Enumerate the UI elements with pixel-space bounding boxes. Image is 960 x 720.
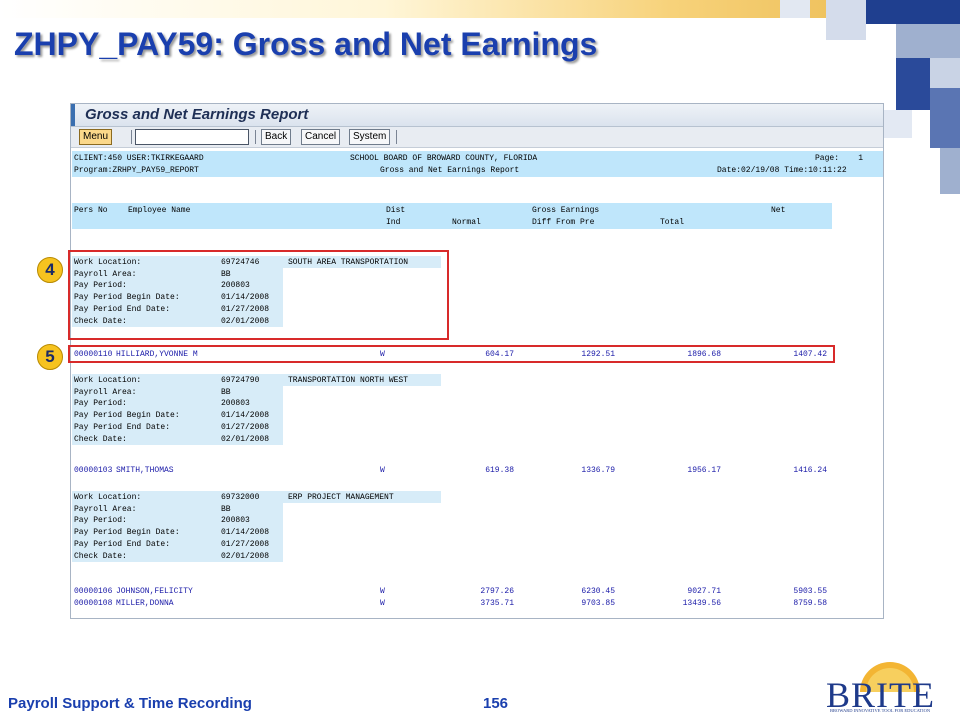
back-button[interactable]: Back [261, 129, 292, 145]
employee-row-pers-no: 00000106 [74, 587, 113, 596]
employee-row-diff: 6230.45 [581, 587, 615, 596]
logo-tagline: BROWARD INNOVATIVE TOOL FOR EDUCATION [830, 708, 931, 713]
decorative-block [896, 58, 930, 110]
group-callout-box [68, 250, 449, 340]
group-field-label: Check Date: [74, 551, 127, 561]
location-name: TRANSPORTATION NORTH WEST [288, 376, 409, 385]
page-number: 156 [483, 695, 509, 712]
employee-row-name: SMITH,THOMAS [116, 466, 174, 475]
employee-row-pers-no: 00000108 [74, 599, 113, 608]
report-org: SCHOOL BOARD OF BROWARD COUNTY, FLORIDA [350, 154, 538, 163]
callout-badge-4: 4 [37, 257, 63, 283]
group-field-value: 01/14/2008 [221, 411, 270, 421]
col-total: Total [660, 218, 685, 227]
col-employee-name: Employee Name [128, 206, 191, 215]
group-field-value: BB [221, 504, 231, 514]
decorative-block [780, 0, 810, 18]
employee-row-normal: 2797.26 [480, 587, 514, 596]
brite-logo: BRITE BROWARD INNOVATIVE TOOL FOR EDUCAT… [820, 662, 954, 716]
col-normal: Normal [452, 218, 481, 227]
cancel-button[interactable]: Cancel [301, 129, 341, 145]
toolbar-separator [255, 130, 256, 144]
col-diff-from-pre: Diff From Pre [532, 218, 595, 227]
slide-title: ZHPY_PAY59: Gross and Net Earnings [14, 26, 598, 62]
employee-row-name: MILLER,DONNA [116, 599, 174, 608]
employee-row-diff: 9703.85 [581, 599, 615, 608]
report-client: CLIENT:450 USER:TKIRKEGAARD [74, 154, 204, 163]
group-field-value: 01/27/2008 [221, 539, 270, 549]
group-field-label: Pay Period Begin Date: [74, 411, 180, 421]
menu-button[interactable]: Menu [79, 129, 113, 145]
callout-badge-5: 5 [37, 344, 63, 370]
group-field-value: 69732000 [221, 493, 260, 502]
decorative-block [940, 148, 960, 194]
group-field-label: Pay Period End Date: [74, 539, 171, 549]
group-field-label: Work Location: [74, 493, 142, 502]
employee-row-pers-no: 00000103 [74, 466, 113, 475]
decorative-block [930, 88, 960, 148]
col-gross-earnings: Gross Earnings [532, 206, 600, 215]
system-button[interactable]: System [349, 129, 391, 145]
decorative-block [930, 58, 960, 88]
title-accent [71, 104, 75, 126]
group-field-value: 02/01/2008 [221, 551, 270, 561]
toolbar-separator [131, 130, 132, 144]
footer-course-title: Payroll Support & Time Recording [8, 695, 252, 712]
col-net: Net [771, 206, 786, 215]
group-field-value: 01/27/2008 [221, 422, 270, 432]
sap-title-bar: Gross and Net Earnings Report [71, 104, 883, 127]
employee-row-dist: W [380, 466, 385, 475]
group-field-label: Work Location: [74, 376, 142, 385]
row-callout-box [68, 345, 835, 363]
employee-row-net: 8759.58 [793, 599, 827, 608]
employee-row-net: 5903.55 [793, 587, 827, 596]
toolbar-separator [396, 130, 397, 144]
report-program: Program:ZRHPY_PAY59_REPORT [74, 166, 199, 175]
sap-toolbar: Menu Back Cancel System [71, 127, 883, 148]
employee-row-total: 9027.71 [687, 587, 721, 596]
group-field-value: BB [221, 387, 231, 397]
group-field-label: Pay Period: [74, 399, 127, 409]
col-dist: Dist [386, 206, 406, 215]
employee-row-normal: 3735.71 [480, 599, 514, 608]
employee-row-total: 13439.56 [682, 599, 721, 608]
group-field-value: 200803 [221, 516, 250, 526]
header-gradient-band [0, 0, 960, 18]
command-field[interactable] [135, 129, 249, 145]
group-field-label: Payroll Area: [74, 504, 137, 514]
location-name: ERP PROJECT MANAGEMENT [288, 493, 394, 502]
group-field-value: 69724790 [221, 376, 260, 385]
employee-row-dist: W [380, 599, 385, 608]
employee-row-dist: W [380, 587, 385, 596]
report-page: Page: 1 [815, 154, 864, 163]
decorative-block [866, 0, 960, 24]
col-ind: Ind [386, 218, 401, 227]
group-field-label: Payroll Area: [74, 387, 137, 397]
report-name: Gross and Net Earnings Report [380, 166, 520, 175]
col-pers-no: Pers No [74, 206, 108, 215]
group-field-value: 01/14/2008 [221, 528, 270, 538]
decorative-block [884, 110, 912, 138]
employee-row-total: 1956.17 [687, 466, 721, 475]
group-field-label: Check Date: [74, 434, 127, 444]
employee-row-normal: 619.38 [485, 466, 514, 475]
group-field-value: 200803 [221, 399, 250, 409]
group-field-label: Pay Period Begin Date: [74, 528, 180, 538]
employee-row-name: JOHNSON,FELICITY [116, 587, 193, 596]
group-field-label: Pay Period End Date: [74, 422, 171, 432]
sap-window-title: Gross and Net Earnings Report [85, 106, 309, 123]
report-datetime: Date:02/19/08 Time:10:11:22 [717, 166, 847, 175]
group-field-label: Pay Period: [74, 516, 127, 526]
group-field-value: 02/01/2008 [221, 434, 270, 444]
employee-row-diff: 1336.79 [581, 466, 615, 475]
employee-row-net: 1416.24 [793, 466, 827, 475]
decorative-block [896, 24, 960, 58]
decorative-block [826, 0, 866, 40]
